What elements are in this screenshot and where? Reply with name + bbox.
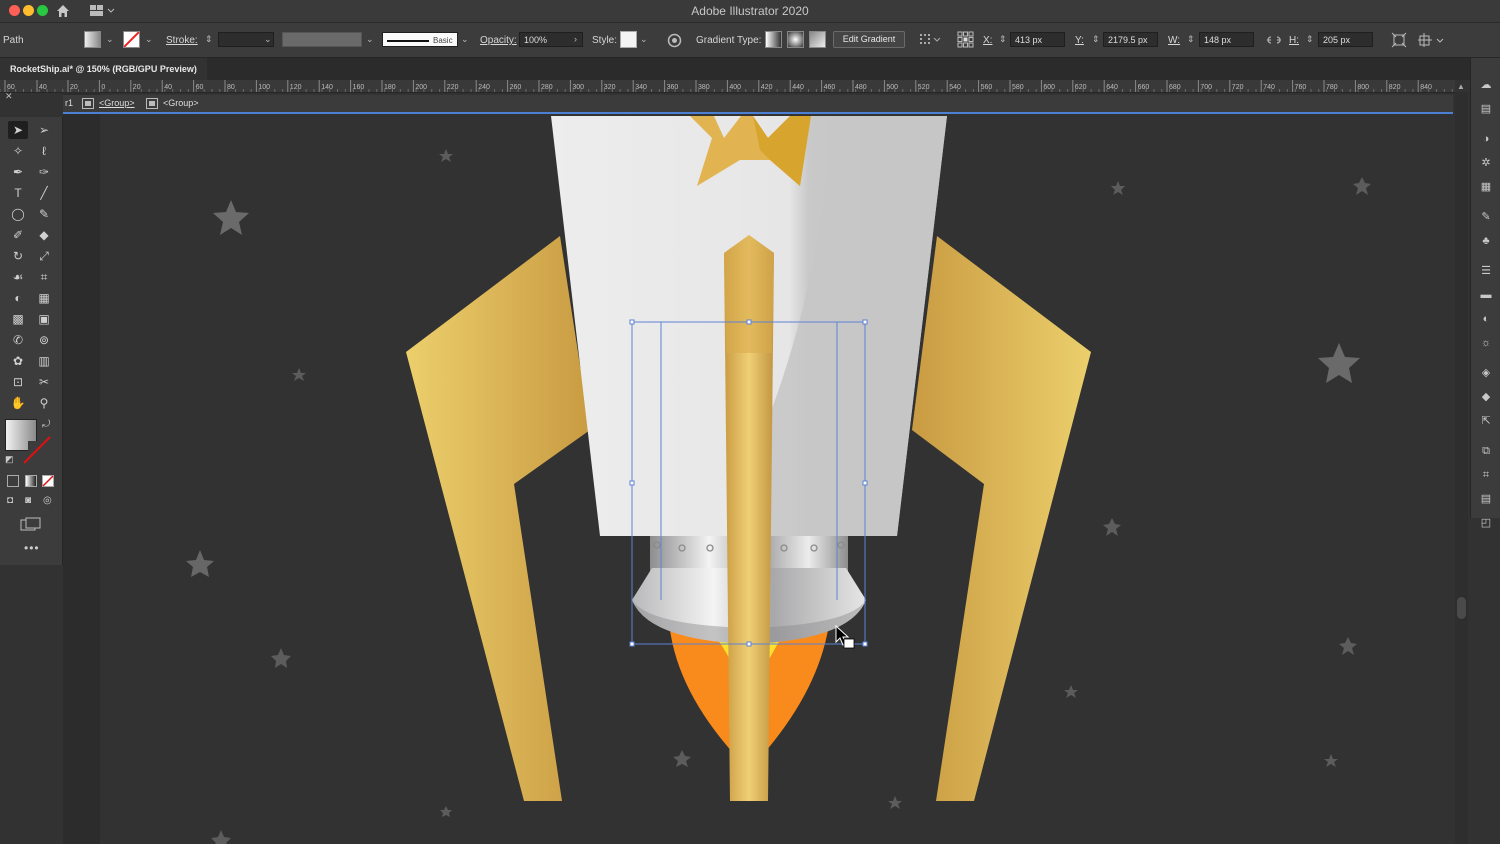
canvas[interactable] [0, 0, 1500, 844]
tools-panel: ➤ ➢ ✧ ℓ ✒ ✑ T ╱ ◯ ✎ ✐ ◆ ↻ ⤢ ☙ ⌗ ◐ ▦ ▩ ▣ ✆ ⊚ ✿ ▥ ⊡ ✂ ✋ ⚲ ⤾ ◩ ◘ ◙ ◎ •… [0, 117, 63, 565]
asset-export-icon[interactable]: ⇱ [1479, 414, 1493, 428]
selection-tool-icon[interactable]: ➤ [8, 121, 28, 139]
rocket-left-fin[interactable] [406, 236, 590, 801]
transform-icon[interactable]: ⌗ [1479, 468, 1493, 482]
star [1324, 754, 1338, 767]
magic-wand-tool-icon[interactable]: ✧ [8, 142, 28, 160]
scale-tool-icon[interactable]: ⤢ [34, 247, 54, 265]
line-segment-tool-icon[interactable]: ╱ [34, 184, 54, 202]
artboard-tool-icon[interactable]: ⊡ [8, 373, 28, 391]
graphic-styles-icon[interactable]: ◈ [1479, 366, 1493, 380]
default-fill-stroke-icon[interactable]: ◩ [5, 454, 14, 465]
star [1339, 637, 1357, 655]
warp-tool-icon[interactable]: ☙ [8, 268, 28, 286]
rocket-right-fin[interactable] [912, 236, 1091, 801]
breadcrumb-group-1[interactable]: <Group> [99, 95, 135, 112]
free-transform-tool-icon[interactable]: ⌗ [34, 268, 54, 286]
isolation-breadcrumb: r1 <Group> <Group> [63, 95, 1453, 114]
star [1111, 181, 1125, 195]
star [440, 806, 452, 817]
star [292, 368, 306, 381]
mouse-cursor [835, 624, 855, 649]
ellipse-tool-icon[interactable]: ◯ [8, 205, 28, 223]
libraries-icon[interactable]: ☁ [1479, 78, 1493, 92]
appearance-icon[interactable]: ☼ [1479, 336, 1493, 350]
symbol-sprayer-tool-icon[interactable]: ✿ [8, 352, 28, 370]
eraser-tool-icon[interactable]: ◆ [34, 226, 54, 244]
swatches-icon[interactable]: ▦ [1479, 180, 1493, 194]
scroll-up-arrow-icon[interactable]: ▲ [1457, 82, 1465, 91]
star [888, 796, 902, 809]
hand-tool-icon[interactable]: ✋ [8, 394, 28, 412]
curvature-tool-icon[interactable]: ✑ [34, 163, 54, 181]
mesh-tool-icon[interactable]: ▩ [8, 310, 28, 328]
panel-dock: ☁ ▤ ◑ ✲ ▦ ✎ ♣ ☰ ▬ ◐ ☼ ◈ ◆ ⇱ ⧉ ⌗ ▤ ◰ [1470, 58, 1500, 529]
gradient-tool-icon[interactable]: ▣ [34, 310, 54, 328]
star [213, 200, 249, 235]
draw-behind-icon[interactable]: ◙ [25, 495, 31, 506]
change-screen-mode-icon[interactable] [20, 517, 42, 531]
stroke-none-indicator [23, 436, 51, 464]
align-icon[interactable]: ▤ [1479, 492, 1493, 506]
properties-icon[interactable]: ▤ [1479, 102, 1493, 116]
eyedropper-tool-icon[interactable]: ✆ [8, 331, 28, 349]
group-icon [82, 98, 94, 109]
gradient-mode-button[interactable] [25, 475, 37, 487]
shape-builder-tool-icon[interactable]: ◐ [8, 289, 28, 307]
blend-tool-icon[interactable]: ⊚ [34, 331, 54, 349]
paintbrush-tool-icon[interactable]: ✎ [34, 205, 54, 223]
vertical-scrollbar[interactable]: ▲ [1455, 82, 1468, 844]
shaper-tool-icon[interactable]: ✐ [8, 226, 28, 244]
group-icon [146, 98, 158, 109]
direct-selection-tool-icon[interactable]: ➢ [34, 121, 54, 139]
slice-tool-icon[interactable]: ✂ [34, 373, 54, 391]
draw-inside-icon[interactable]: ◎ [43, 495, 52, 506]
gradient-icon[interactable]: ▬ [1479, 288, 1493, 302]
lasso-tool-icon[interactable]: ℓ [34, 142, 54, 160]
breadcrumb-group-2[interactable]: <Group> [163, 95, 199, 112]
star [1103, 518, 1121, 536]
swap-fill-stroke-icon[interactable]: ⤾ [42, 419, 50, 430]
pen-tool-icon[interactable]: ✒ [8, 163, 28, 181]
layers-icon[interactable]: ◆ [1479, 390, 1493, 404]
star [271, 648, 291, 668]
column-graph-tool-icon[interactable]: ▥ [34, 352, 54, 370]
star [1353, 177, 1371, 195]
star [1064, 685, 1078, 698]
type-tool-icon[interactable]: T [8, 184, 28, 202]
star [1318, 343, 1360, 383]
color-guide-icon[interactable]: ✲ [1479, 156, 1493, 170]
color-icon[interactable]: ◑ [1479, 132, 1493, 146]
perspective-grid-tool-icon[interactable]: ▦ [34, 289, 54, 307]
symbols-icon[interactable]: ♣ [1479, 234, 1493, 248]
brushes-icon[interactable]: ✎ [1479, 210, 1493, 224]
star [439, 149, 453, 162]
star [186, 550, 214, 577]
edit-toolbar-icon[interactable]: ••• [24, 541, 40, 555]
color-mode-button[interactable] [7, 475, 19, 487]
scrollbar-thumb[interactable] [1457, 597, 1466, 619]
transparency-icon[interactable]: ◐ [1479, 312, 1493, 326]
pathfinder-icon[interactable]: ◰ [1479, 516, 1493, 530]
rotate-tool-icon[interactable]: ↻ [8, 247, 28, 265]
star [211, 830, 231, 844]
star [673, 750, 691, 767]
artboard-crumb[interactable]: r1 [65, 95, 73, 112]
rod-highlight [724, 235, 774, 353]
zoom-tool-icon[interactable]: ⚲ [34, 394, 54, 412]
artboards-icon[interactable]: ⧉ [1479, 444, 1493, 458]
none-mode-button[interactable] [42, 475, 54, 487]
stroke-icon[interactable]: ☰ [1479, 264, 1493, 278]
draw-normal-icon[interactable]: ◘ [7, 495, 13, 506]
